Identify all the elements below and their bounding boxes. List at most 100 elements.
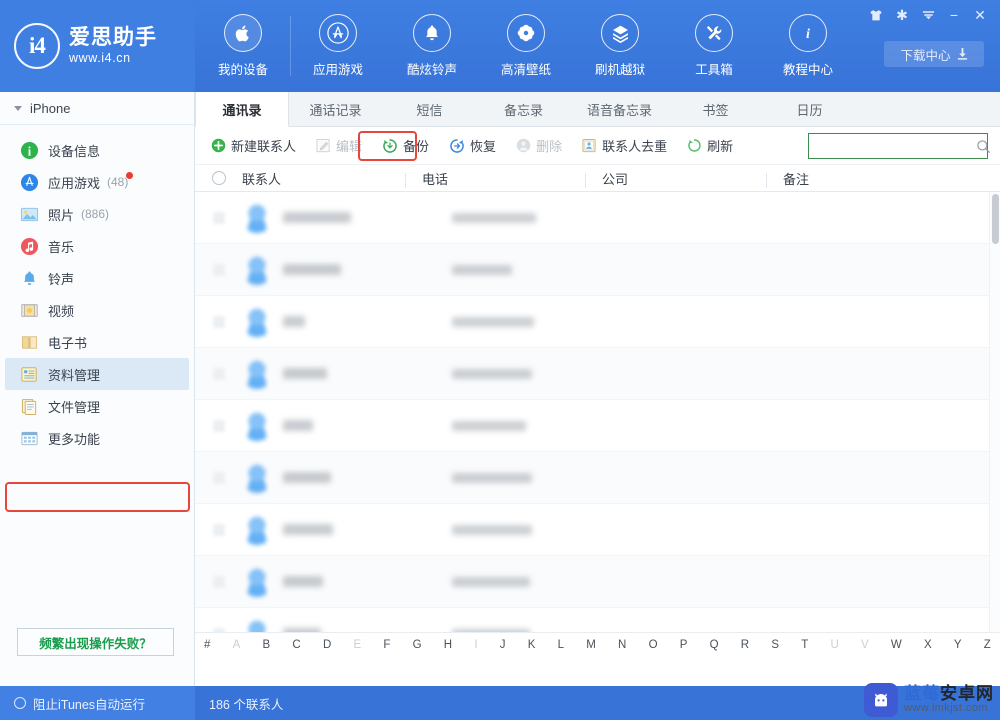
sidebar-item-ebooks[interactable]: 电子书 (0, 326, 194, 358)
tab-bookmarks[interactable]: 书签 (669, 92, 763, 126)
nav-tutorials[interactable]: i 教程中心 (761, 0, 855, 92)
download-center-button[interactable]: 下载中心 (884, 41, 984, 67)
alpha-s[interactable]: S (770, 639, 780, 651)
sidebar-item-device-info[interactable]: i 设备信息 (0, 134, 194, 166)
search-input[interactable] (815, 139, 976, 153)
nav-flash-jailbreak[interactable]: 刷机越狱 (573, 0, 667, 92)
row-checkbox[interactable] (195, 367, 242, 380)
alpha-m[interactable]: M (585, 639, 597, 651)
tab-contacts[interactable]: 通讯录 (195, 92, 289, 127)
contact-name-redacted (283, 628, 321, 632)
column-header-notes[interactable]: 备注 (767, 169, 1000, 188)
search-box[interactable] (808, 133, 991, 159)
alpha-t[interactable]: T (800, 639, 809, 651)
alpha-k[interactable]: K (527, 639, 537, 651)
alpha-o[interactable]: O (648, 639, 659, 651)
column-header-name[interactable]: 联系人 (242, 169, 406, 188)
alpha-n[interactable]: N (617, 639, 627, 651)
tab-notes[interactable]: 备忘录 (477, 92, 571, 126)
contacts-list[interactable] (195, 192, 1000, 632)
alpha-h[interactable]: H (443, 639, 453, 651)
alpha-q[interactable]: Q (709, 639, 720, 651)
table-row[interactable] (195, 556, 1000, 608)
row-checkbox[interactable] (195, 627, 242, 632)
more-icon (20, 429, 39, 448)
alpha-p[interactable]: P (679, 639, 689, 651)
restore-button[interactable]: 恢复 (441, 133, 504, 158)
sidebar-item-ringtones[interactable]: 铃声 (0, 262, 194, 294)
row-checkbox[interactable] (195, 575, 242, 588)
row-checkbox[interactable] (195, 523, 242, 536)
row-checkbox[interactable] (195, 211, 242, 224)
contact-phone-redacted (452, 264, 512, 275)
table-row[interactable] (195, 296, 1000, 348)
alpha-y[interactable]: Y (953, 639, 963, 651)
table-row[interactable] (195, 244, 1000, 296)
scrollbar-thumb[interactable] (992, 194, 999, 244)
toolbar-label: 联系人去重 (602, 139, 668, 154)
alpha-l[interactable]: L (557, 639, 565, 651)
nav-my-device[interactable]: 我的设备 (196, 0, 290, 92)
new-contact-button[interactable]: 新建联系人 (203, 133, 304, 158)
nav-label: 我的设备 (217, 63, 268, 77)
search-icon[interactable] (976, 139, 991, 154)
table-row[interactable] (195, 400, 1000, 452)
tab-voice-memos[interactable]: 语音备忘录 (571, 92, 669, 126)
device-selector[interactable]: iPhone (0, 92, 194, 125)
backup-button[interactable]: 备份 (374, 133, 437, 158)
help-button[interactable]: 频繁出现操作失败？ (17, 628, 174, 656)
refresh-button[interactable]: 刷新 (679, 133, 741, 158)
alpha-d[interactable]: D (322, 639, 332, 651)
sidebar-item-file-management[interactable]: 文件管理 (0, 390, 194, 422)
file-icon (20, 397, 39, 416)
alpha-f[interactable]: F (382, 639, 391, 651)
tab-sms[interactable]: 短信 (383, 92, 477, 126)
table-row[interactable] (195, 348, 1000, 400)
table-row[interactable] (195, 608, 1000, 632)
itunes-block-toggle[interactable]: 阻止iTunes自动运行 (0, 686, 195, 720)
menu-icon[interactable] (916, 4, 940, 26)
row-checkbox[interactable] (195, 263, 242, 276)
alpha-w[interactable]: W (890, 639, 903, 651)
alpha-j[interactable]: J (499, 639, 507, 651)
alpha-x[interactable]: X (923, 639, 933, 651)
column-header-company[interactable]: 公司 (586, 169, 767, 188)
table-row[interactable] (195, 192, 1000, 244)
alpha-r[interactable]: R (740, 639, 750, 651)
table-row[interactable] (195, 452, 1000, 504)
avatar (242, 566, 272, 597)
alpha-g[interactable]: G (412, 639, 423, 651)
row-checkbox[interactable] (195, 315, 242, 328)
sidebar-item-photos[interactable]: 照片 (886) (0, 198, 194, 230)
row-checkbox[interactable] (195, 471, 242, 484)
delete-button[interactable]: 删除 (508, 133, 570, 158)
nav-wallpapers[interactable]: 高清壁纸 (479, 0, 573, 92)
tab-call-history[interactable]: 通话记录 (289, 92, 383, 126)
settings-icon[interactable]: ✱ (890, 4, 914, 26)
column-header-phone[interactable]: 电话 (406, 169, 586, 188)
nav-ringtones[interactable]: 酷炫铃声 (385, 0, 479, 92)
sidebar-item-music[interactable]: 音乐 (0, 230, 194, 262)
alpha-b[interactable]: B (262, 639, 272, 651)
nav-apps-games[interactable]: 应用游戏 (291, 0, 385, 92)
alpha-c[interactable]: C (291, 639, 301, 651)
alpha-hash[interactable]: # (203, 639, 211, 651)
row-checkbox[interactable] (195, 419, 242, 432)
nav-label: 工具箱 (695, 63, 733, 77)
sidebar-item-more-features[interactable]: 更多功能 (0, 422, 194, 454)
skin-icon[interactable] (864, 4, 888, 26)
nav-label: 酷炫铃声 (406, 63, 457, 77)
sidebar-item-videos[interactable]: 视频 (0, 294, 194, 326)
select-all-checkbox[interactable] (195, 171, 242, 185)
list-scrollbar[interactable] (989, 192, 1000, 632)
tab-calendar[interactable]: 日历 (763, 92, 857, 126)
sidebar-item-apps-games[interactable]: 应用游戏 (48) (0, 166, 194, 198)
dedupe-contacts-button[interactable]: 联系人去重 (574, 133, 675, 158)
nav-toolbox[interactable]: 工具箱 (667, 0, 761, 92)
minimize-icon[interactable]: − (942, 4, 966, 26)
edit-button[interactable]: 编辑 (308, 133, 370, 158)
sidebar-item-data-management[interactable]: 资料管理 (5, 358, 189, 390)
table-row[interactable] (195, 504, 1000, 556)
alpha-z[interactable]: Z (983, 639, 992, 651)
close-icon[interactable]: ✕ (968, 4, 992, 26)
